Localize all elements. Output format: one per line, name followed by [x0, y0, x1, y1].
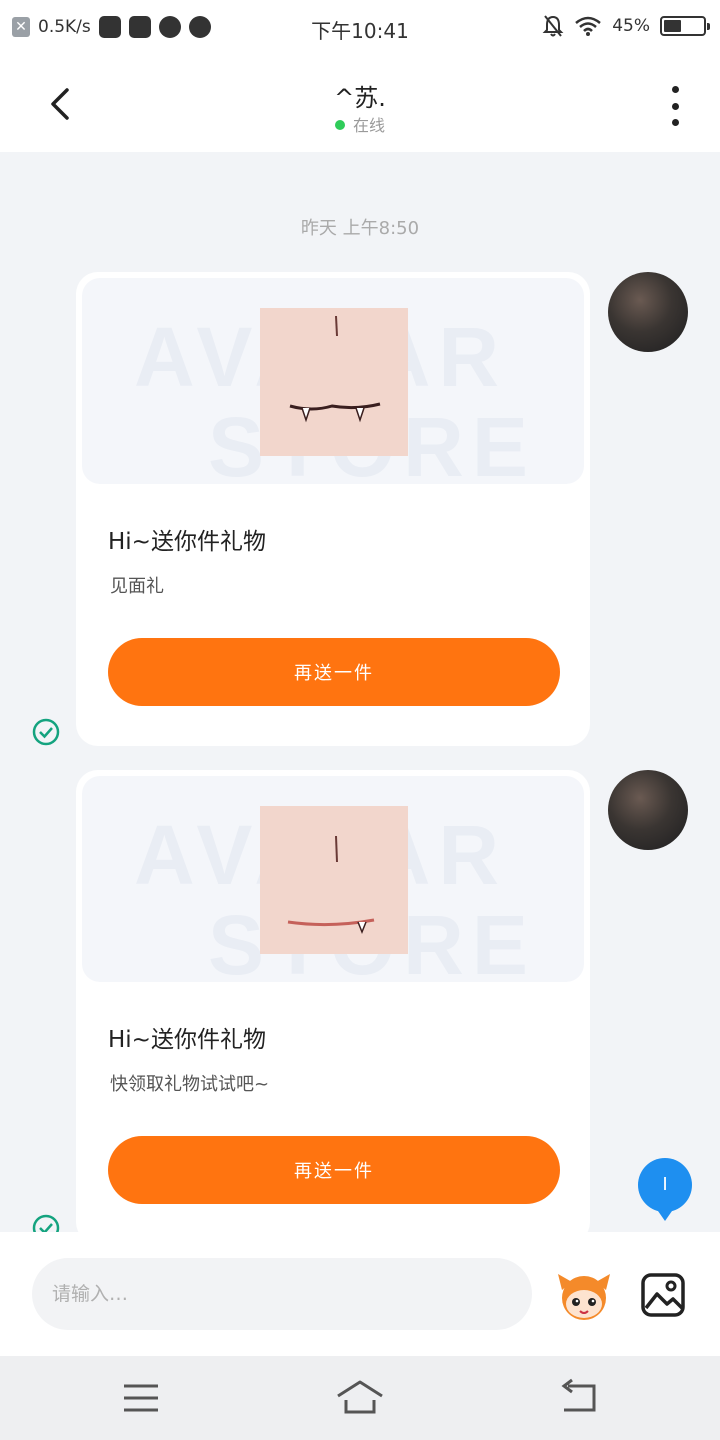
check-circle-icon: [32, 718, 60, 746]
status-right: 45%: [542, 14, 710, 38]
online-dot-icon: [334, 119, 345, 130]
more-vertical-icon: [671, 86, 679, 93]
home-icon: [337, 1380, 383, 1414]
battery-percent: 45%: [612, 16, 650, 36]
face-drawing: [287, 835, 375, 935]
face-drawing: [289, 315, 381, 423]
face-image: [260, 308, 408, 456]
contact-name: ^苏.: [334, 84, 386, 112]
input-bar: [0, 1232, 720, 1356]
battery-icon: [660, 16, 710, 36]
presence-status: 在线: [0, 112, 720, 136]
wifi-icon: [575, 16, 602, 36]
status-bar: ✕ 0.5K/s 下午10:41 45%: [0, 0, 720, 56]
system-nav-bar: [0, 1356, 720, 1440]
gift-card[interactable]: AVATARSTORE Hi~送你件礼物 快领取礼物试试吧~ 再送一件: [76, 770, 590, 1232]
floating-assist-button[interactable]: I: [638, 1158, 692, 1221]
gift-message: AVATARSTORE Hi~送你件礼物 快领取礼物试试吧~ 再送一件: [76, 770, 590, 1232]
avatar[interactable]: [608, 272, 688, 352]
back-icon: [561, 1378, 596, 1412]
gift-title: Hi~送你件礼物: [108, 529, 266, 555]
send-another-button[interactable]: 再送一件: [108, 1136, 560, 1204]
gift-image[interactable]: AVATARSTORE: [82, 278, 584, 484]
back-nav-button[interactable]: [554, 1378, 604, 1418]
more-options-button[interactable]: [660, 86, 690, 126]
image-icon: [641, 1273, 685, 1317]
presence-label: 在线: [352, 116, 385, 135]
menu-button[interactable]: [116, 1378, 166, 1418]
send-another-button[interactable]: 再送一件: [108, 638, 560, 706]
image-button[interactable]: [640, 1272, 686, 1318]
home-button[interactable]: [335, 1378, 385, 1418]
avatar[interactable]: [608, 770, 688, 850]
gift-title: Hi~送你件礼物: [108, 1027, 266, 1053]
face-image: [260, 806, 408, 954]
message-timestamp: 昨天 上午8:50: [300, 218, 420, 239]
gift-subtitle: 快领取礼物试试吧~: [110, 1074, 270, 1095]
gift-subtitle: 见面礼: [110, 576, 164, 597]
gift-image[interactable]: AVATARSTORE: [82, 776, 584, 982]
check-circle-icon: [32, 1214, 60, 1232]
chat-area[interactable]: 昨天 上午8:50 AVATARSTORE Hi~送你件礼物 见面礼 再送一件: [0, 152, 720, 1232]
bell-off-icon: [542, 15, 564, 37]
gift-card[interactable]: AVATARSTORE Hi~送你件礼物 见面礼 再送一件: [76, 272, 590, 746]
chat-header: ^苏. 在线: [0, 56, 720, 152]
battery-fill: [664, 20, 682, 32]
gift-message: AVATARSTORE Hi~送你件礼物 见面礼 再送一件: [76, 272, 590, 746]
mascot-emoji-icon: [558, 1274, 610, 1320]
emoji-button[interactable]: [554, 1268, 614, 1324]
menu-icon: [124, 1384, 158, 1412]
message-input[interactable]: [32, 1258, 532, 1330]
